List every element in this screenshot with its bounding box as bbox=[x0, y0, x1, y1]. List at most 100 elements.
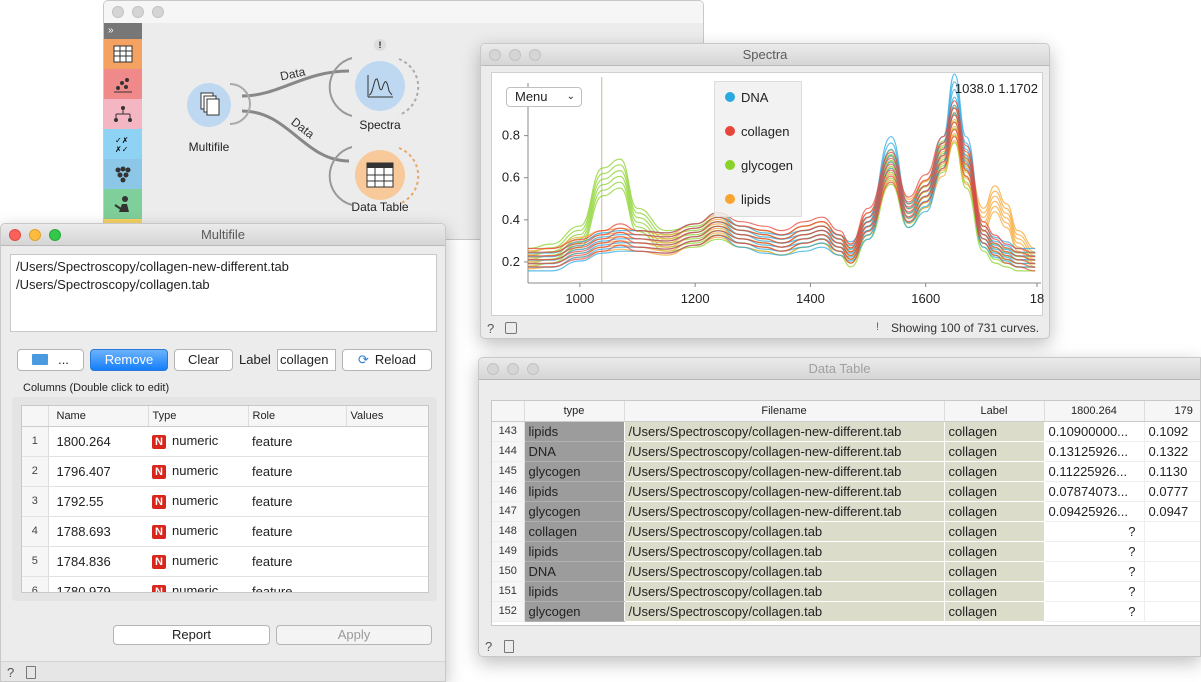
datatable-corner[interactable] bbox=[492, 401, 525, 422]
report-icon[interactable] bbox=[26, 666, 36, 679]
filename-cell[interactable]: /Users/Spectroscopy/collagen-new-differe… bbox=[624, 461, 945, 482]
row-index[interactable]: 1 bbox=[22, 426, 49, 456]
column-header-filename[interactable]: Filename bbox=[624, 401, 945, 422]
type-cell[interactable]: DNA bbox=[524, 441, 625, 462]
value-cell[interactable]: 0.1130 bbox=[1144, 461, 1200, 482]
column-values-cell[interactable] bbox=[346, 426, 428, 456]
label-cell[interactable]: collagen bbox=[944, 441, 1045, 462]
row-index[interactable]: 145 bbox=[492, 461, 525, 482]
row-index[interactable]: 152 bbox=[492, 601, 525, 622]
value-cell[interactable]: ? bbox=[1044, 561, 1145, 582]
column-type-cell[interactable]: Nnumeric bbox=[148, 546, 248, 576]
columns-table-container[interactable]: Name Type Role Values 1 1800.264 Nnumeric f… bbox=[21, 405, 429, 593]
table-row[interactable]: 146 lipids/Users/Spectroscopy/collagen-ne… bbox=[492, 481, 1200, 502]
column-role-cell[interactable]: feature bbox=[248, 456, 346, 486]
type-cell[interactable]: collagen bbox=[524, 521, 625, 542]
row-index[interactable]: 150 bbox=[492, 561, 525, 582]
datatable-grid-container[interactable]: type Filename Label 1800.264 179 143 lipi… bbox=[491, 400, 1200, 626]
row-index[interactable]: 143 bbox=[492, 421, 525, 442]
filename-cell[interactable]: /Users/Spectroscopy/collagen-new-differe… bbox=[624, 441, 945, 462]
type-cell[interactable]: lipids bbox=[524, 541, 625, 562]
column-name-cell[interactable]: 1784.836 bbox=[48, 546, 148, 576]
label-cell[interactable]: collagen bbox=[944, 501, 1045, 522]
row-index[interactable]: 6 bbox=[22, 576, 49, 592]
spectra-zoom-button[interactable] bbox=[529, 49, 541, 61]
column-name-cell[interactable]: 1780.979 bbox=[48, 576, 148, 593]
save-icon[interactable] bbox=[505, 322, 517, 334]
label-cell[interactable]: collagen bbox=[944, 541, 1045, 562]
column-role-cell[interactable]: feature bbox=[248, 516, 346, 546]
multifile-node[interactable] bbox=[187, 83, 231, 127]
datatable-grid[interactable]: type Filename Label 1800.264 179 143 lipi… bbox=[492, 401, 1200, 622]
type-cell[interactable]: glycogen bbox=[524, 461, 625, 482]
filename-cell[interactable]: /Users/Spectroscopy/collagen.tab bbox=[624, 601, 945, 622]
clear-button[interactable]: Clear bbox=[174, 349, 233, 371]
file-list-item[interactable]: /Users/Spectroscopy/collagen.tab bbox=[16, 276, 431, 294]
type-cell[interactable]: glycogen bbox=[524, 501, 625, 522]
value-cell[interactable] bbox=[1144, 541, 1200, 562]
columns-corner[interactable] bbox=[22, 406, 49, 427]
table-row[interactable]: 3 1792.55 Nnumeric feature bbox=[22, 486, 428, 516]
apply-button[interactable]: Apply bbox=[276, 625, 432, 645]
column-name-cell[interactable]: 1796.407 bbox=[48, 456, 148, 486]
value-cell[interactable]: ? bbox=[1044, 601, 1145, 622]
filename-cell[interactable]: /Users/Spectroscopy/collagen-new-differe… bbox=[624, 481, 945, 502]
column-header-1800[interactable]: 1800.264 bbox=[1044, 401, 1145, 422]
row-index[interactable]: 2 bbox=[22, 456, 49, 486]
row-index[interactable]: 151 bbox=[492, 581, 525, 602]
column-values-cell[interactable] bbox=[346, 456, 428, 486]
columns-table[interactable]: Name Type Role Values 1 1800.264 Nnumeric f… bbox=[22, 406, 428, 593]
table-row[interactable]: 150 DNA/Users/Spectroscopy/collagen.tab co… bbox=[492, 561, 1200, 582]
table-row[interactable]: 143 lipids/Users/Spectroscopy/collagen-ne… bbox=[492, 421, 1200, 442]
label-cell[interactable]: collagen bbox=[944, 581, 1045, 602]
type-cell[interactable]: lipids bbox=[524, 421, 625, 442]
column-type-cell[interactable]: Nnumeric bbox=[148, 576, 248, 592]
report-icon[interactable] bbox=[504, 640, 514, 653]
column-name-cell[interactable]: 1800.264 bbox=[48, 426, 148, 456]
row-index[interactable]: 148 bbox=[492, 521, 525, 542]
column-role-cell[interactable]: feature bbox=[248, 426, 346, 456]
column-type-cell[interactable]: Nnumeric bbox=[148, 486, 248, 516]
value-cell[interactable]: 0.0777 bbox=[1144, 481, 1200, 502]
columns-header-role[interactable]: Role bbox=[248, 406, 347, 427]
column-role-cell[interactable]: feature bbox=[248, 546, 346, 576]
help-icon[interactable]: ? bbox=[487, 321, 494, 336]
column-values-cell[interactable] bbox=[346, 486, 428, 516]
label-cell[interactable]: collagen bbox=[944, 421, 1045, 442]
value-cell[interactable]: 0.0947 bbox=[1144, 501, 1200, 522]
column-type-cell[interactable]: Nnumeric bbox=[148, 516, 248, 546]
type-cell[interactable]: lipids bbox=[524, 481, 625, 502]
label-cell[interactable]: collagen bbox=[944, 561, 1045, 582]
table-row[interactable]: 145 glycogen/Users/Spectroscopy/collagen-… bbox=[492, 461, 1200, 482]
table-row[interactable]: 144 DNA/Users/Spectroscopy/collagen-new-d… bbox=[492, 441, 1200, 462]
spectra-menu-dropdown[interactable]: Menu ⌄ bbox=[506, 87, 582, 107]
column-header-type[interactable]: type bbox=[524, 401, 625, 422]
filename-cell[interactable]: /Users/Spectroscopy/collagen.tab bbox=[624, 541, 945, 562]
multifile-minimize-button[interactable] bbox=[29, 229, 41, 241]
filename-cell[interactable]: /Users/Spectroscopy/collagen.tab bbox=[624, 561, 945, 582]
value-cell[interactable]: 0.09425926... bbox=[1044, 501, 1145, 522]
column-values-cell[interactable] bbox=[346, 546, 428, 576]
spectra-node[interactable] bbox=[355, 61, 405, 111]
datatable-minimize-button[interactable] bbox=[507, 363, 519, 375]
row-index[interactable]: 147 bbox=[492, 501, 525, 522]
label-cell[interactable]: collagen bbox=[944, 601, 1045, 622]
row-index[interactable]: 144 bbox=[492, 441, 525, 462]
type-cell[interactable]: DNA bbox=[524, 561, 625, 582]
multifile-zoom-button[interactable] bbox=[49, 229, 61, 241]
datatable-close-button[interactable] bbox=[487, 363, 499, 375]
filename-cell[interactable]: /Users/Spectroscopy/collagen-new-differe… bbox=[624, 501, 945, 522]
label-cell[interactable]: collagen bbox=[944, 461, 1045, 482]
filename-cell[interactable]: /Users/Spectroscopy/collagen-new-differe… bbox=[624, 421, 945, 442]
column-name-cell[interactable]: 1792.55 bbox=[48, 486, 148, 516]
file-list-item[interactable]: /Users/Spectroscopy/collagen-new-differe… bbox=[16, 258, 431, 276]
value-cell[interactable]: ? bbox=[1044, 581, 1145, 602]
type-cell[interactable]: lipids bbox=[524, 581, 625, 602]
spectra-close-button[interactable] bbox=[489, 49, 501, 61]
label-cell[interactable]: collagen bbox=[944, 521, 1045, 542]
column-header-label[interactable]: Label bbox=[944, 401, 1045, 422]
table-row[interactable]: 151 lipids/Users/Spectroscopy/collagen.ta… bbox=[492, 581, 1200, 602]
value-cell[interactable]: ? bbox=[1044, 521, 1145, 542]
row-index[interactable]: 146 bbox=[492, 481, 525, 502]
value-cell[interactable]: 0.13125926... bbox=[1044, 441, 1145, 462]
